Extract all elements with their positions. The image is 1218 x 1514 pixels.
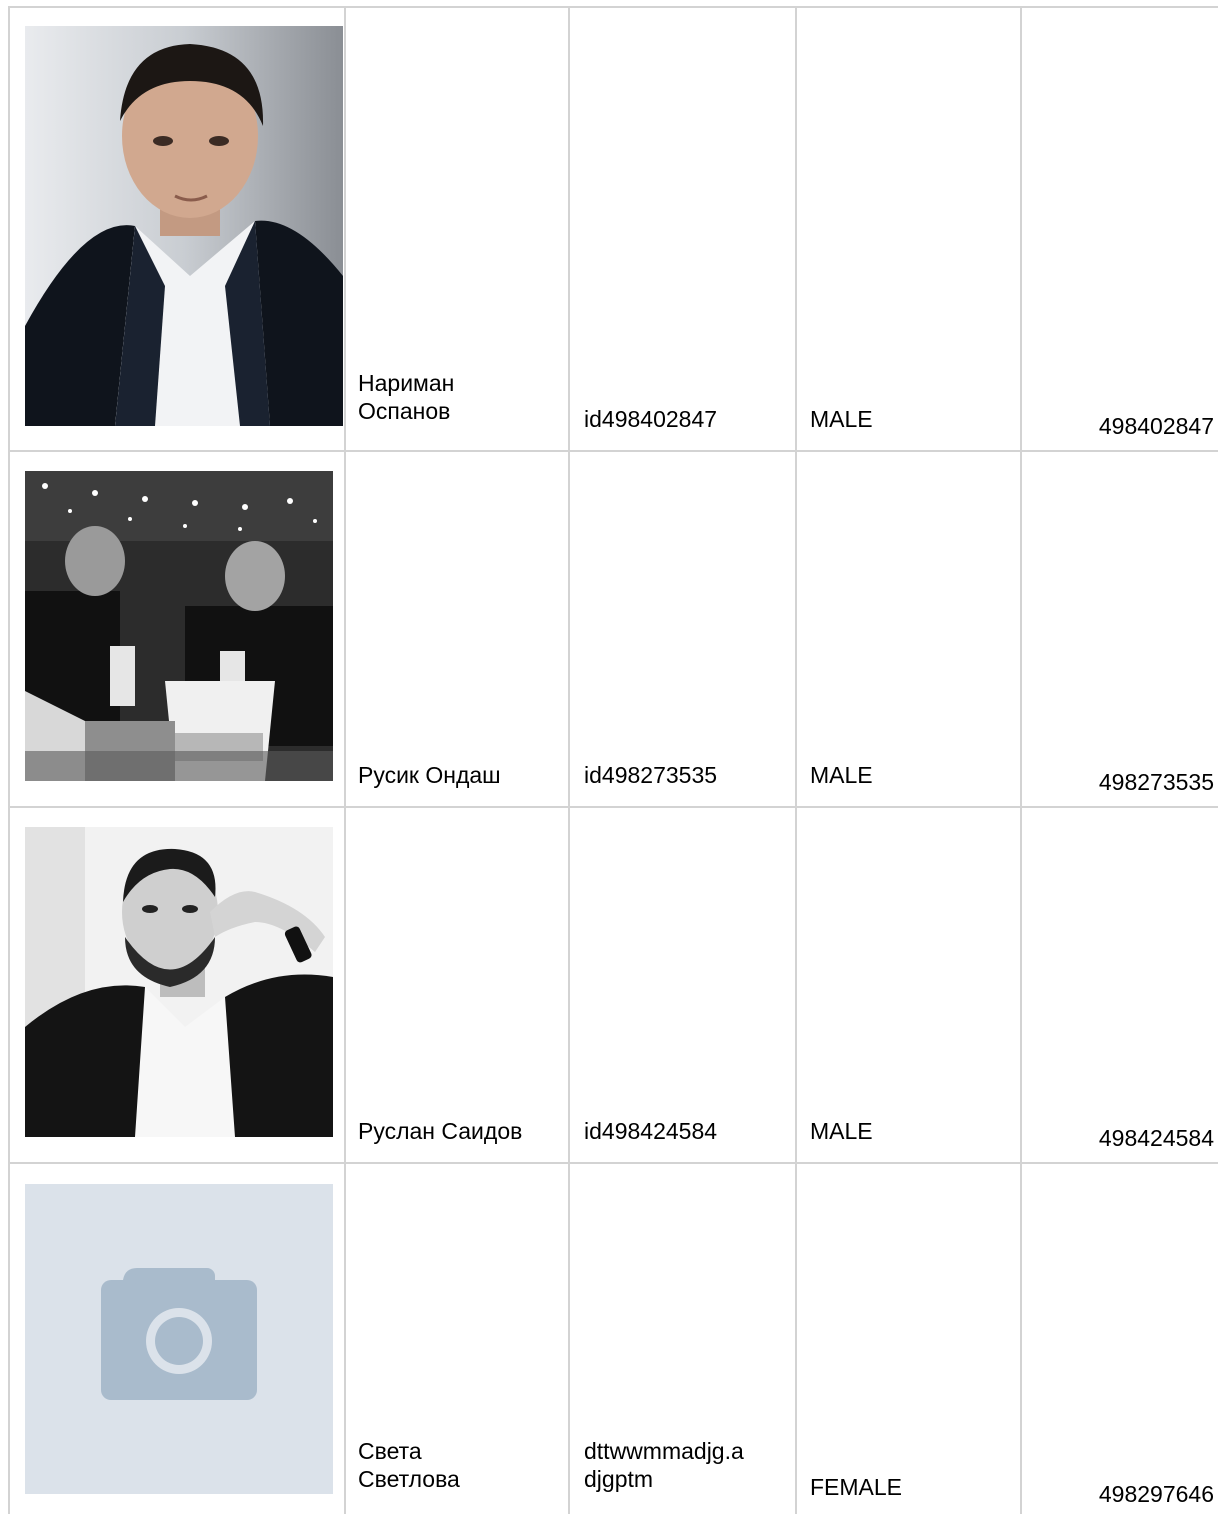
avatar-photo: [25, 471, 333, 781]
grid-line: [1020, 6, 1022, 1514]
avatar-placeholder: [25, 1184, 333, 1494]
avatar-photo: [25, 26, 343, 426]
grid-line: [344, 6, 346, 1514]
sex-value: MALE: [810, 406, 873, 432]
grid-line: [8, 806, 1218, 808]
camera-placeholder-icon: [25, 1184, 333, 1494]
user-id: 498424584: [1098, 1125, 1214, 1151]
grid-line: [568, 6, 570, 1514]
user-name: Нариман Оспанов: [358, 370, 455, 424]
grid-line: [8, 1162, 1218, 1164]
user-name: Света Светлова: [358, 1438, 460, 1492]
screen-name: id498402847: [584, 406, 718, 432]
grid-line: [795, 6, 797, 1514]
sex-value: FEMALE: [810, 1474, 903, 1500]
grid-line: [8, 6, 1218, 8]
sex-value: MALE: [810, 762, 873, 788]
user-id: 498297646: [1098, 1481, 1214, 1507]
screen-name: dttwwmmadjg.a djgptm: [584, 1438, 744, 1492]
grid-line: [8, 6, 10, 1514]
grid-line: [8, 450, 1218, 452]
screen-name: id498424584: [584, 1118, 718, 1144]
user-id: 498273535: [1098, 769, 1214, 795]
user-name: Русик Ондаш: [358, 762, 501, 788]
user-name: Руслан Саидов: [358, 1118, 523, 1144]
screen-name: id498273535: [584, 762, 718, 788]
user-id: 498402847: [1098, 413, 1214, 439]
spreadsheet-table: Нариман Оспанов id498402847 MALE 4984028…: [0, 0, 1218, 1514]
avatar-photo: [25, 827, 333, 1137]
sex-value: MALE: [810, 1118, 873, 1144]
